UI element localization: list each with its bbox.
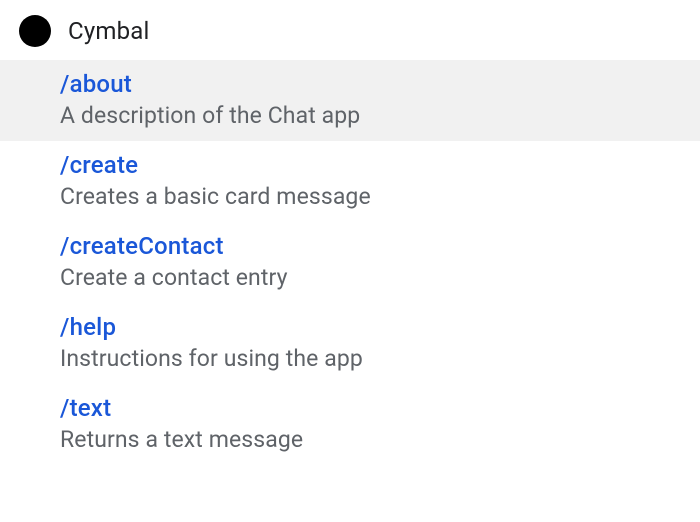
command-description: Creates a basic card message <box>60 183 700 210</box>
command-list: /about A description of the Chat app /cr… <box>0 60 700 465</box>
command-name: /create <box>60 151 700 179</box>
command-description: A description of the Chat app <box>60 102 700 129</box>
command-item-help[interactable]: /help Instructions for using the app <box>0 303 700 384</box>
command-name: /about <box>60 70 700 98</box>
app-logo-icon <box>18 14 52 48</box>
app-header: Cymbal <box>0 0 700 60</box>
command-item-text[interactable]: /text Returns a text message <box>0 384 700 465</box>
command-name: /createContact <box>60 232 700 260</box>
app-name: Cymbal <box>68 17 150 45</box>
command-item-create[interactable]: /create Creates a basic card message <box>0 141 700 222</box>
command-name: /text <box>60 394 700 422</box>
command-description: Create a contact entry <box>60 264 700 291</box>
command-description: Returns a text message <box>60 426 700 453</box>
command-description: Instructions for using the app <box>60 345 700 372</box>
command-name: /help <box>60 313 700 341</box>
command-item-about[interactable]: /about A description of the Chat app <box>0 60 700 141</box>
command-item-createcontact[interactable]: /createContact Create a contact entry <box>0 222 700 303</box>
